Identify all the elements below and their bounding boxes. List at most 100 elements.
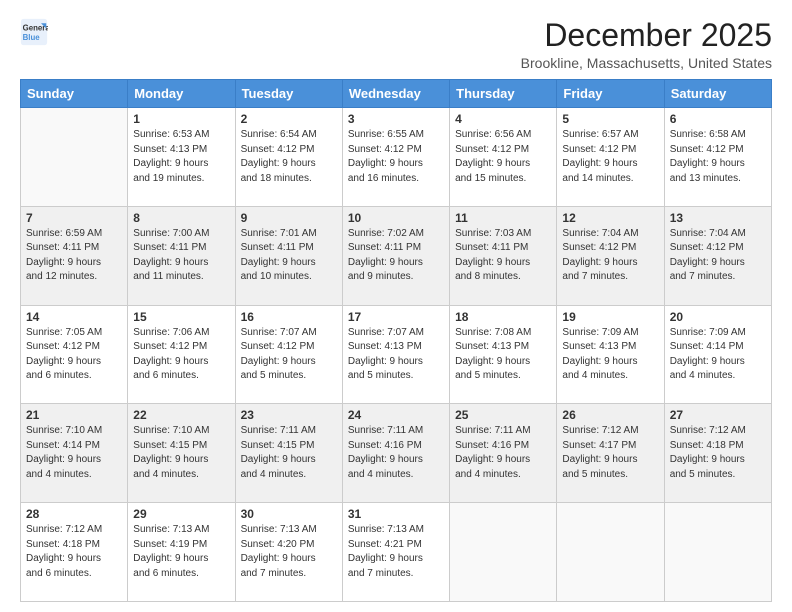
- day-info: Sunrise: 7:09 AM Sunset: 4:13 PM Dayligh…: [562, 326, 658, 384]
- calendar-cell: 31 Sunrise: 7:13 AM Sunset: 4:21 PM Dayli…: [342, 503, 449, 602]
- calendar-table: SundayMondayTuesdayWednesdayThursdayFrid…: [20, 79, 772, 602]
- calendar-cell: 16Sunrise: 7:07 AM Sunset: 4:12 PM Dayli…: [235, 305, 342, 404]
- weekday-header-monday: Monday: [128, 80, 235, 108]
- calendar-cell: 27 Sunrise: 7:12 AM Sunset: 4:18 PM Dayli…: [664, 404, 771, 503]
- calendar-cell: [664, 503, 771, 602]
- day-number: 2: [241, 112, 337, 126]
- day-info: Sunrise: 7:11 AM Sunset: 4:16 PM Dayligh…: [348, 424, 444, 482]
- calendar-cell: 23Sunrise: 7:11 AM Sunset: 4:15 PM Dayli…: [235, 404, 342, 503]
- calendar-cell: 22 Sunrise: 7:10 AM Sunset: 4:15 PM Dayli…: [128, 404, 235, 503]
- day-number: 26: [562, 408, 658, 422]
- day-info: Sunrise: 7:13 AM Sunset: 4:21 PM Dayligh…: [348, 523, 444, 581]
- day-number: 24: [348, 408, 444, 422]
- header: General Blue December 2025 Brookline, Ma…: [20, 18, 772, 71]
- day-info: Sunrise: 6:59 AM Sunset: 4:11 PM Dayligh…: [26, 227, 122, 285]
- day-info: Sunrise: 7:06 AM Sunset: 4:12 PM Dayligh…: [133, 326, 229, 384]
- day-number: 16: [241, 310, 337, 324]
- day-number: 3: [348, 112, 444, 126]
- day-info: Sunrise: 6:57 AM Sunset: 4:12 PM Dayligh…: [562, 128, 658, 186]
- day-info: Sunrise: 6:55 AM Sunset: 4:12 PM Dayligh…: [348, 128, 444, 186]
- day-number: 21: [26, 408, 122, 422]
- calendar-cell: [450, 503, 557, 602]
- day-info: Sunrise: 7:10 AM Sunset: 4:15 PM Dayligh…: [133, 424, 229, 482]
- day-number: 5: [562, 112, 658, 126]
- day-info: Sunrise: 6:56 AM Sunset: 4:12 PM Dayligh…: [455, 128, 551, 186]
- calendar-cell: 18Sunrise: 7:08 AM Sunset: 4:13 PM Dayli…: [450, 305, 557, 404]
- day-number: 17: [348, 310, 444, 324]
- day-number: 14: [26, 310, 122, 324]
- day-info: Sunrise: 7:02 AM Sunset: 4:11 PM Dayligh…: [348, 227, 444, 285]
- day-number: 31: [348, 507, 444, 521]
- day-info: Sunrise: 7:04 AM Sunset: 4:12 PM Dayligh…: [562, 227, 658, 285]
- logo-icon: General Blue: [20, 18, 48, 46]
- day-number: 29: [133, 507, 229, 521]
- calendar-cell: 5 Sunrise: 6:57 AM Sunset: 4:12 PM Daylig…: [557, 108, 664, 207]
- day-number: 11: [455, 211, 551, 225]
- day-number: 13: [670, 211, 766, 225]
- calendar-cell: 28Sunrise: 7:12 AM Sunset: 4:18 PM Dayli…: [21, 503, 128, 602]
- calendar-cell: 30 Sunrise: 7:13 AM Sunset: 4:20 PM Dayli…: [235, 503, 342, 602]
- weekday-header-friday: Friday: [557, 80, 664, 108]
- day-number: 8: [133, 211, 229, 225]
- month-title: December 2025: [521, 18, 772, 53]
- day-info: Sunrise: 7:05 AM Sunset: 4:12 PM Dayligh…: [26, 326, 122, 384]
- day-info: Sunrise: 7:11 AM Sunset: 4:16 PM Dayligh…: [455, 424, 551, 482]
- calendar-week-row: 1Sunrise: 6:53 AM Sunset: 4:13 PM Daylig…: [21, 108, 772, 207]
- weekday-header-wednesday: Wednesday: [342, 80, 449, 108]
- day-info: Sunrise: 7:00 AM Sunset: 4:11 PM Dayligh…: [133, 227, 229, 285]
- calendar-cell: 20 Sunrise: 7:09 AM Sunset: 4:14 PM Dayli…: [664, 305, 771, 404]
- calendar-week-row: 28Sunrise: 7:12 AM Sunset: 4:18 PM Dayli…: [21, 503, 772, 602]
- calendar-cell: 6 Sunrise: 6:58 AM Sunset: 4:12 PM Daylig…: [664, 108, 771, 207]
- day-info: Sunrise: 6:54 AM Sunset: 4:12 PM Dayligh…: [241, 128, 337, 186]
- calendar-cell: [557, 503, 664, 602]
- day-number: 7: [26, 211, 122, 225]
- calendar-cell: 8 Sunrise: 7:00 AM Sunset: 4:11 PM Daylig…: [128, 206, 235, 305]
- day-number: 6: [670, 112, 766, 126]
- day-number: 1: [133, 112, 229, 126]
- day-info: Sunrise: 7:01 AM Sunset: 4:11 PM Dayligh…: [241, 227, 337, 285]
- day-number: 4: [455, 112, 551, 126]
- calendar-cell: 7 Sunrise: 6:59 AM Sunset: 4:11 PM Daylig…: [21, 206, 128, 305]
- day-number: 20: [670, 310, 766, 324]
- page: General Blue December 2025 Brookline, Ma…: [0, 0, 792, 612]
- calendar-cell: 24 Sunrise: 7:11 AM Sunset: 4:16 PM Dayli…: [342, 404, 449, 503]
- day-info: Sunrise: 7:07 AM Sunset: 4:13 PM Dayligh…: [348, 326, 444, 384]
- calendar-cell: 2 Sunrise: 6:54 AM Sunset: 4:12 PM Daylig…: [235, 108, 342, 207]
- calendar-cell: 9Sunrise: 7:01 AM Sunset: 4:11 PM Daylig…: [235, 206, 342, 305]
- svg-text:Blue: Blue: [23, 33, 41, 42]
- calendar-cell: 25 Sunrise: 7:11 AM Sunset: 4:16 PM Dayli…: [450, 404, 557, 503]
- calendar-cell: 4 Sunrise: 6:56 AM Sunset: 4:12 PM Daylig…: [450, 108, 557, 207]
- calendar-cell: 12 Sunrise: 7:04 AM Sunset: 4:12 PM Dayli…: [557, 206, 664, 305]
- location: Brookline, Massachusetts, United States: [521, 55, 772, 71]
- calendar-cell: 19Sunrise: 7:09 AM Sunset: 4:13 PM Dayli…: [557, 305, 664, 404]
- calendar-week-row: 14 Sunrise: 7:05 AM Sunset: 4:12 PM Dayli…: [21, 305, 772, 404]
- day-number: 15: [133, 310, 229, 324]
- day-info: Sunrise: 7:12 AM Sunset: 4:17 PM Dayligh…: [562, 424, 658, 482]
- day-number: 12: [562, 211, 658, 225]
- weekday-header-thursday: Thursday: [450, 80, 557, 108]
- day-number: 23: [241, 408, 337, 422]
- day-number: 30: [241, 507, 337, 521]
- calendar-week-row: 7 Sunrise: 6:59 AM Sunset: 4:11 PM Daylig…: [21, 206, 772, 305]
- day-info: Sunrise: 7:13 AM Sunset: 4:19 PM Dayligh…: [133, 523, 229, 581]
- day-info: Sunrise: 6:58 AM Sunset: 4:12 PM Dayligh…: [670, 128, 766, 186]
- day-number: 27: [670, 408, 766, 422]
- calendar-cell: 10Sunrise: 7:02 AM Sunset: 4:11 PM Dayli…: [342, 206, 449, 305]
- calendar-cell: 13Sunrise: 7:04 AM Sunset: 4:12 PM Dayli…: [664, 206, 771, 305]
- day-info: Sunrise: 7:09 AM Sunset: 4:14 PM Dayligh…: [670, 326, 766, 384]
- weekday-header-sunday: Sunday: [21, 80, 128, 108]
- day-info: Sunrise: 7:13 AM Sunset: 4:20 PM Dayligh…: [241, 523, 337, 581]
- day-number: 22: [133, 408, 229, 422]
- day-number: 25: [455, 408, 551, 422]
- calendar-cell: 17 Sunrise: 7:07 AM Sunset: 4:13 PM Dayli…: [342, 305, 449, 404]
- weekday-header-row: SundayMondayTuesdayWednesdayThursdayFrid…: [21, 80, 772, 108]
- calendar-cell: [21, 108, 128, 207]
- calendar-cell: 21Sunrise: 7:10 AM Sunset: 4:14 PM Dayli…: [21, 404, 128, 503]
- title-area: December 2025 Brookline, Massachusetts, …: [521, 18, 772, 71]
- calendar-cell: 29 Sunrise: 7:13 AM Sunset: 4:19 PM Dayli…: [128, 503, 235, 602]
- calendar-cell: 14 Sunrise: 7:05 AM Sunset: 4:12 PM Dayli…: [21, 305, 128, 404]
- calendar-cell: 11Sunrise: 7:03 AM Sunset: 4:11 PM Dayli…: [450, 206, 557, 305]
- day-info: Sunrise: 7:12 AM Sunset: 4:18 PM Dayligh…: [670, 424, 766, 482]
- logo: General Blue: [20, 18, 48, 46]
- day-info: Sunrise: 7:08 AM Sunset: 4:13 PM Dayligh…: [455, 326, 551, 384]
